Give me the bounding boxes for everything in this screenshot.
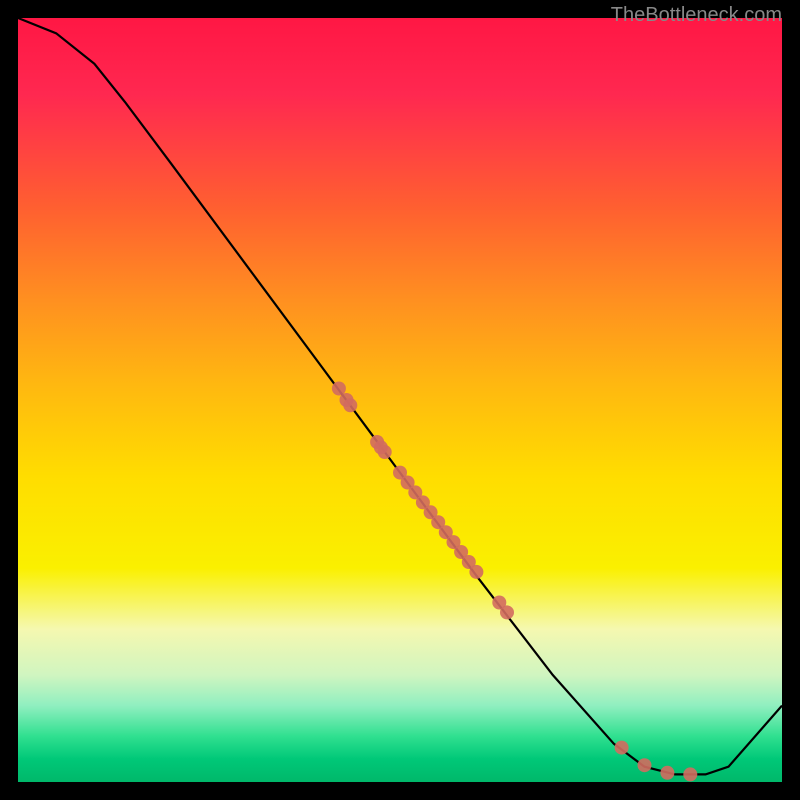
data-point bbox=[683, 767, 697, 781]
data-point bbox=[469, 565, 483, 579]
data-point bbox=[378, 445, 392, 459]
data-point bbox=[660, 766, 674, 780]
chart-overlay bbox=[18, 18, 782, 782]
data-points-group bbox=[332, 382, 697, 782]
data-point bbox=[615, 741, 629, 755]
data-point bbox=[500, 605, 514, 619]
bottleneck-curve bbox=[18, 18, 782, 774]
data-point bbox=[343, 398, 357, 412]
watermark-text: TheBottleneck.com bbox=[611, 4, 782, 27]
chart-container: TheBottleneck.com bbox=[0, 0, 800, 800]
data-point bbox=[332, 382, 346, 396]
data-point bbox=[638, 758, 652, 772]
